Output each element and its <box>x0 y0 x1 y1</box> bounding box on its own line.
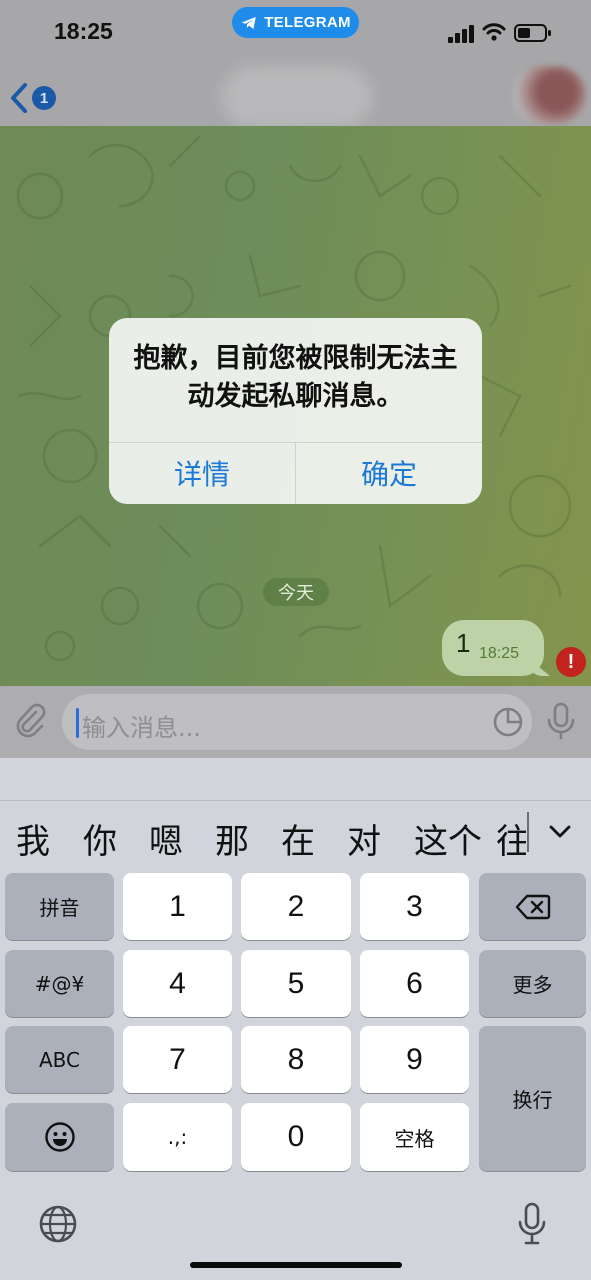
send-failed-icon[interactable]: ! <box>556 647 586 677</box>
candidate-separator <box>527 812 529 852</box>
candidate-word[interactable]: 你 <box>83 814 117 863</box>
symbols-key[interactable]: #@¥ <box>5 950 114 1017</box>
space-key[interactable]: 空格 <box>360 1103 469 1171</box>
signal-icon <box>448 25 474 43</box>
details-button[interactable]: 详情 <box>109 442 295 504</box>
wifi-icon <box>482 23 506 41</box>
candidate-word[interactable]: 对 <box>347 814 381 863</box>
message-time: 18:25 <box>479 645 520 662</box>
digit-key-1[interactable]: 1 <box>123 873 232 940</box>
message-placeholder: 输入消息... <box>82 714 201 742</box>
abc-key[interactable]: ABC <box>5 1026 114 1093</box>
globe-icon[interactable] <box>38 1204 78 1244</box>
telegram-status-pill[interactable]: TELEGRAM <box>232 7 359 38</box>
candidate-word[interactable]: 往 <box>496 814 526 863</box>
candidate-word[interactable]: 嗯 <box>149 814 183 863</box>
digit-key-7[interactable]: 7 <box>123 1026 232 1093</box>
digit-key-2[interactable]: 2 <box>241 873 351 940</box>
enter-key[interactable]: 换行 <box>479 1026 586 1171</box>
back-chevron-icon <box>11 83 27 113</box>
candidate-word[interactable]: 我 <box>16 814 50 863</box>
digit-key-0[interactable]: 0 <box>241 1103 351 1171</box>
digit-key-3[interactable]: 3 <box>360 873 469 940</box>
date-chip: 今天 <box>263 578 329 606</box>
digit-key-8[interactable]: 8 <box>241 1026 351 1093</box>
keyboard: 我 你 嗯 那 在 对 这个 往 拼音 1 2 3 #@¥ 4 5 6 更多 A… <box>0 758 591 1280</box>
alert-message: 抱歉，目前您被限制无法主动发起私聊消息。 <box>133 343 458 412</box>
message-composer: 输入消息... <box>0 686 591 758</box>
restriction-alert-dialog: 抱歉，目前您被限制无法主动发起私聊消息。 详情 确定 <box>109 318 482 504</box>
more-key[interactable]: 更多 <box>479 950 586 1017</box>
attach-icon[interactable] <box>12 702 48 738</box>
telegram-pill-label: TELEGRAM <box>264 14 351 31</box>
sticker-icon[interactable] <box>492 706 524 738</box>
outgoing-message-bubble[interactable]: 1 18:25 <box>442 620 544 676</box>
top-bar: 18:25 TELEGRAM 1 <box>0 0 591 128</box>
message-text: 1 <box>456 628 471 658</box>
back-button[interactable]: 1 <box>8 78 68 118</box>
chat-title-redacted[interactable] <box>222 66 372 128</box>
status-time: 18:25 <box>54 18 113 44</box>
avatar[interactable] <box>512 66 586 124</box>
emoji-key[interactable] <box>5 1103 114 1171</box>
backspace-key[interactable] <box>479 873 586 940</box>
keyboard-divider <box>0 800 591 801</box>
home-indicator[interactable] <box>190 1262 402 1268</box>
dictation-microphone-icon[interactable] <box>517 1202 547 1246</box>
candidate-word[interactable]: 这个 <box>414 814 482 863</box>
digit-key-9[interactable]: 9 <box>360 1026 469 1093</box>
battery-icon <box>514 24 551 42</box>
digit-key-6[interactable]: 6 <box>360 950 469 1017</box>
digit-key-5[interactable]: 5 <box>241 950 351 1017</box>
text-caret <box>76 708 79 738</box>
punctuation-key[interactable]: .,: <box>123 1103 232 1171</box>
digit-key-4[interactable]: 4 <box>123 950 232 1017</box>
chevron-down-icon[interactable] <box>548 824 572 840</box>
candidate-word[interactable]: 那 <box>215 814 249 863</box>
backspace-icon <box>515 894 550 919</box>
telegram-plane-icon <box>241 16 256 29</box>
pinyin-key[interactable]: 拼音 <box>5 873 114 940</box>
ok-button[interactable]: 确定 <box>296 442 482 504</box>
unread-badge: 1 <box>32 86 56 110</box>
message-input[interactable]: 输入消息... <box>62 694 532 750</box>
candidate-word[interactable]: 在 <box>281 814 315 863</box>
emoji-icon <box>44 1122 75 1152</box>
microphone-icon[interactable] <box>546 702 576 740</box>
